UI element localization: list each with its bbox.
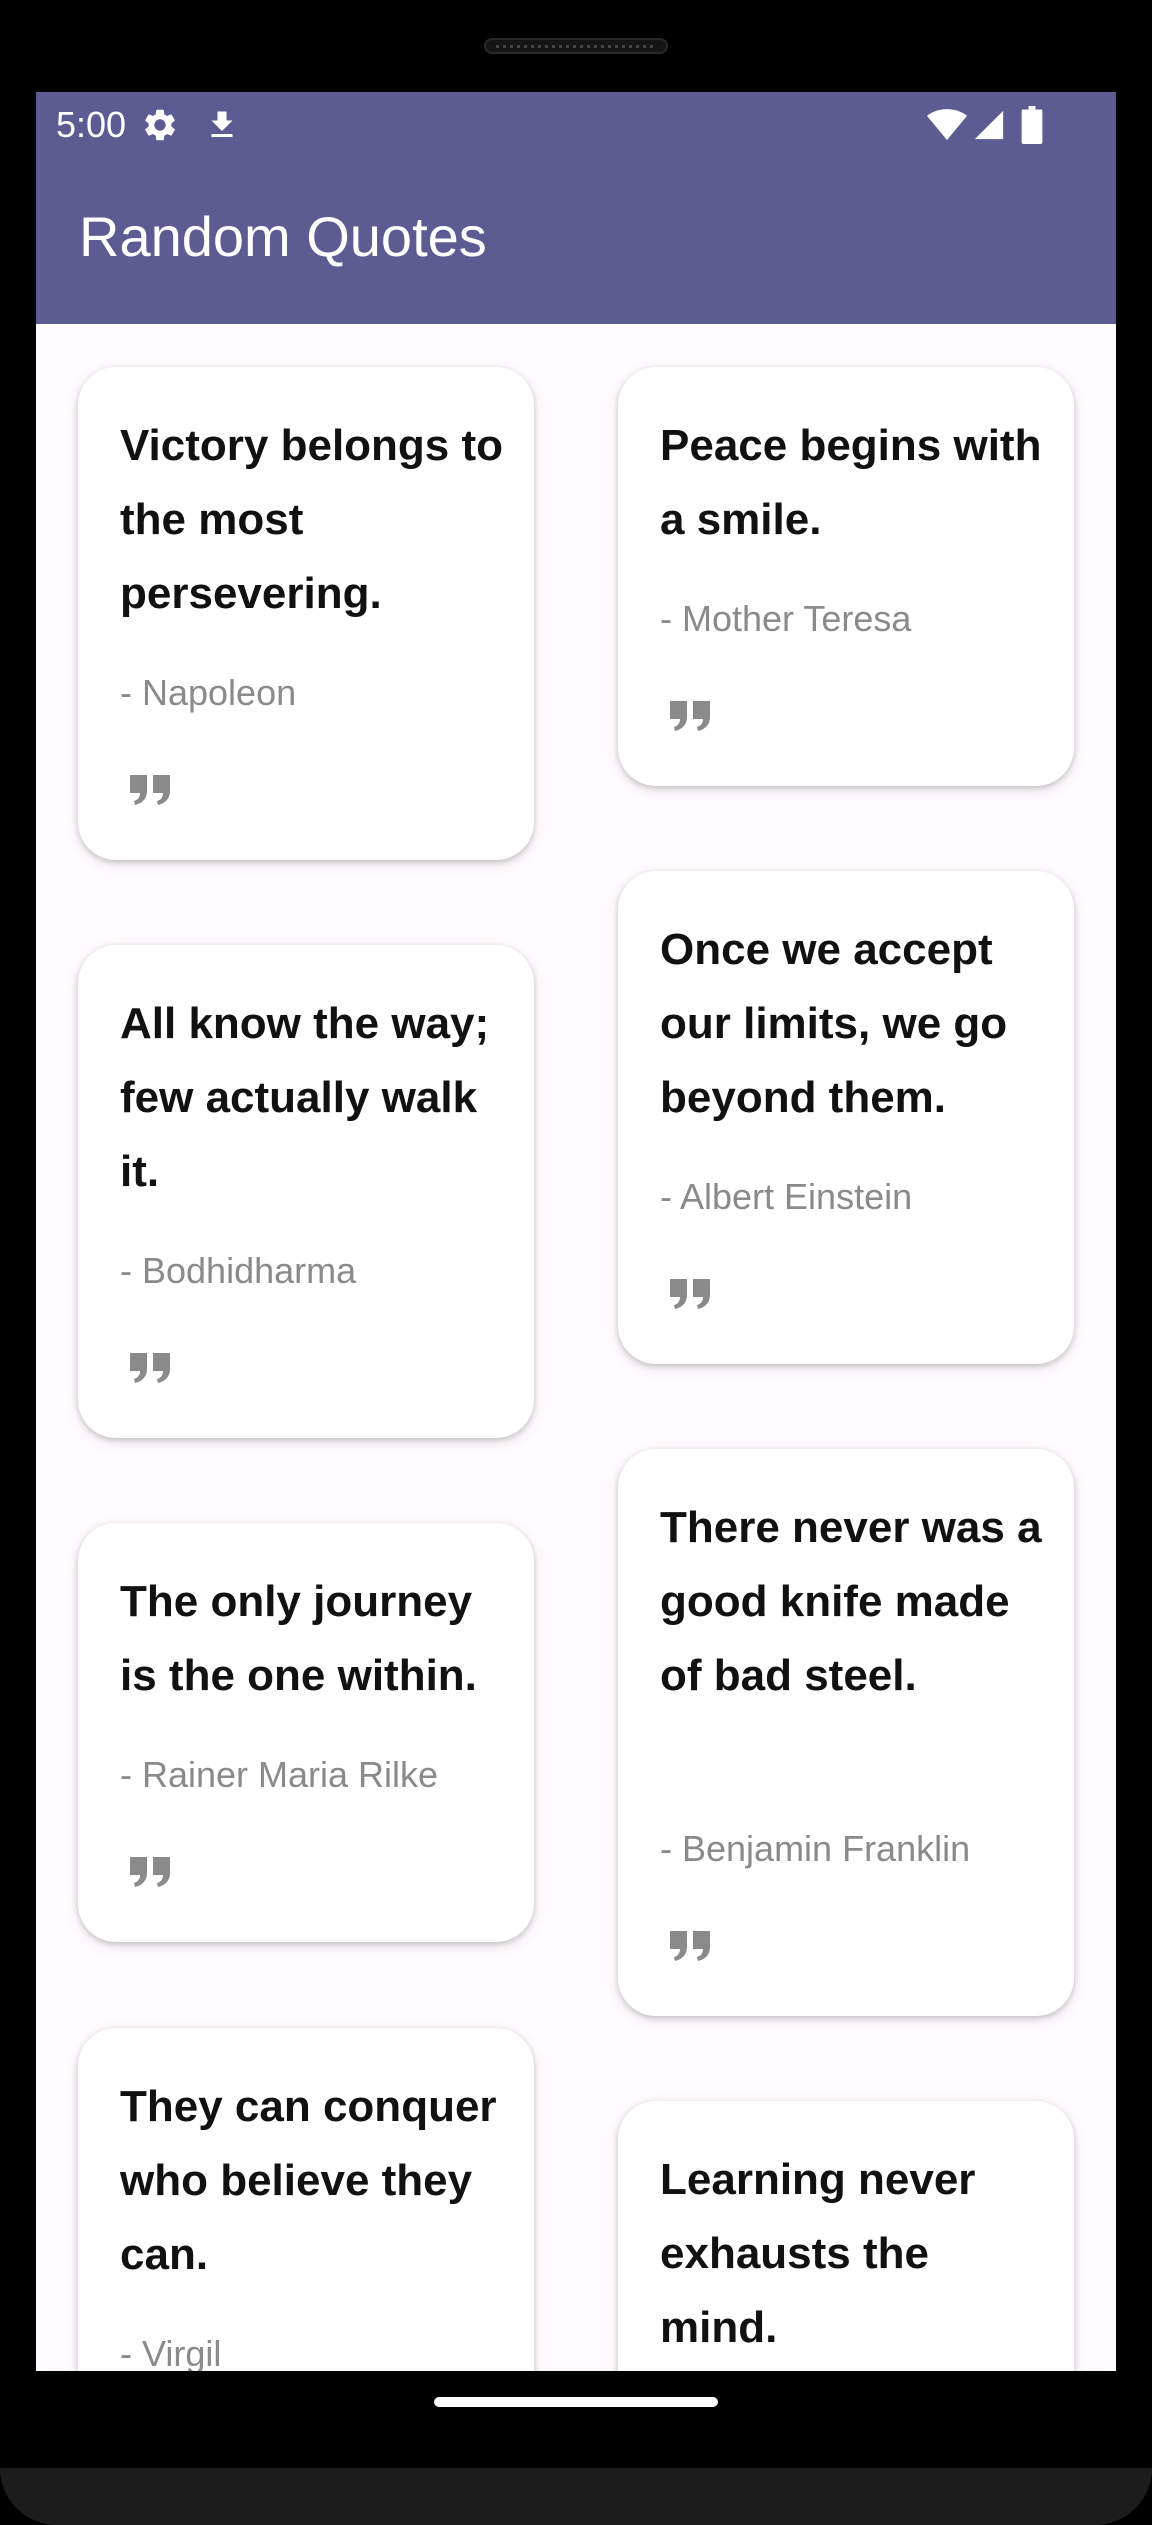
battery-icon bbox=[1021, 106, 1043, 149]
status-time: 5:00 bbox=[56, 104, 127, 145]
quote-text: Victory belongs to the most persevering. bbox=[120, 421, 504, 618]
quote-mark-icon bbox=[668, 699, 712, 733]
cell-signal-icon bbox=[972, 108, 1006, 147]
quote-card[interactable]: Learning never exhausts the mind. bbox=[618, 2101, 1074, 2371]
earpiece-speaker bbox=[484, 38, 668, 54]
download-icon bbox=[204, 106, 240, 149]
quote-author: - Mother Teresa bbox=[660, 598, 912, 639]
quote-author: - Rainer Maria Rilke bbox=[120, 1754, 439, 1795]
quote-text: They can conquer who believe they can. bbox=[120, 2082, 497, 2279]
quote-author: - Napoleon bbox=[120, 672, 297, 713]
top-app-bar: Random Quotes bbox=[36, 156, 1116, 324]
page-title: Random Quotes bbox=[79, 205, 487, 268]
quotes-grid[interactable]: Victory belongs to the most persevering.… bbox=[36, 324, 1116, 2371]
quote-text: There never was a good knife made of bad… bbox=[660, 1503, 1042, 1700]
quote-text: All know the way; few actually walk it. bbox=[120, 999, 490, 1196]
quote-author: - Bodhidharma bbox=[120, 1250, 357, 1291]
gesture-navigation-handle[interactable] bbox=[434, 2397, 718, 2407]
screen: 5:00 Random Quotes Victory belongs to th… bbox=[36, 92, 1116, 2371]
settings-gear-icon bbox=[141, 106, 179, 149]
quote-text: Once we accept our limits, we go beyond … bbox=[660, 925, 1008, 1122]
quote-mark-icon bbox=[668, 1929, 712, 1963]
quote-mark-icon bbox=[128, 1351, 172, 1385]
wifi-icon bbox=[927, 108, 967, 147]
quote-author: - Benjamin Franklin bbox=[660, 1828, 971, 1869]
quote-author: - Albert Einstein bbox=[660, 1176, 913, 1217]
quote-card[interactable]: All know the way; few actually walk it. … bbox=[78, 945, 534, 1438]
quote-card[interactable]: There never was a good knife made of bad… bbox=[618, 1449, 1074, 2016]
quote-text: Learning never exhausts the mind. bbox=[660, 2155, 976, 2352]
quote-card[interactable]: The only journey is the one within. - Ra… bbox=[78, 1523, 534, 1942]
quote-text: The only journey is the one within. bbox=[120, 1577, 477, 1700]
quote-card[interactable]: They can conquer who believe they can. -… bbox=[78, 2028, 534, 2371]
quote-mark-icon bbox=[668, 1277, 712, 1311]
quote-author: - Virgil bbox=[120, 2333, 222, 2372]
quote-card[interactable]: Victory belongs to the most persevering.… bbox=[78, 367, 534, 860]
quote-mark-icon bbox=[128, 1855, 172, 1889]
quote-text: Peace begins with a smile. bbox=[660, 421, 1042, 544]
quote-card[interactable]: Once we accept our limits, we go beyond … bbox=[618, 871, 1074, 1364]
quote-mark-icon bbox=[128, 773, 172, 807]
quote-card[interactable]: Peace begins with a smile. - Mother Tere… bbox=[618, 367, 1074, 786]
device-frame-bottom bbox=[0, 2468, 1152, 2525]
status-bar: 5:00 bbox=[36, 92, 1116, 156]
